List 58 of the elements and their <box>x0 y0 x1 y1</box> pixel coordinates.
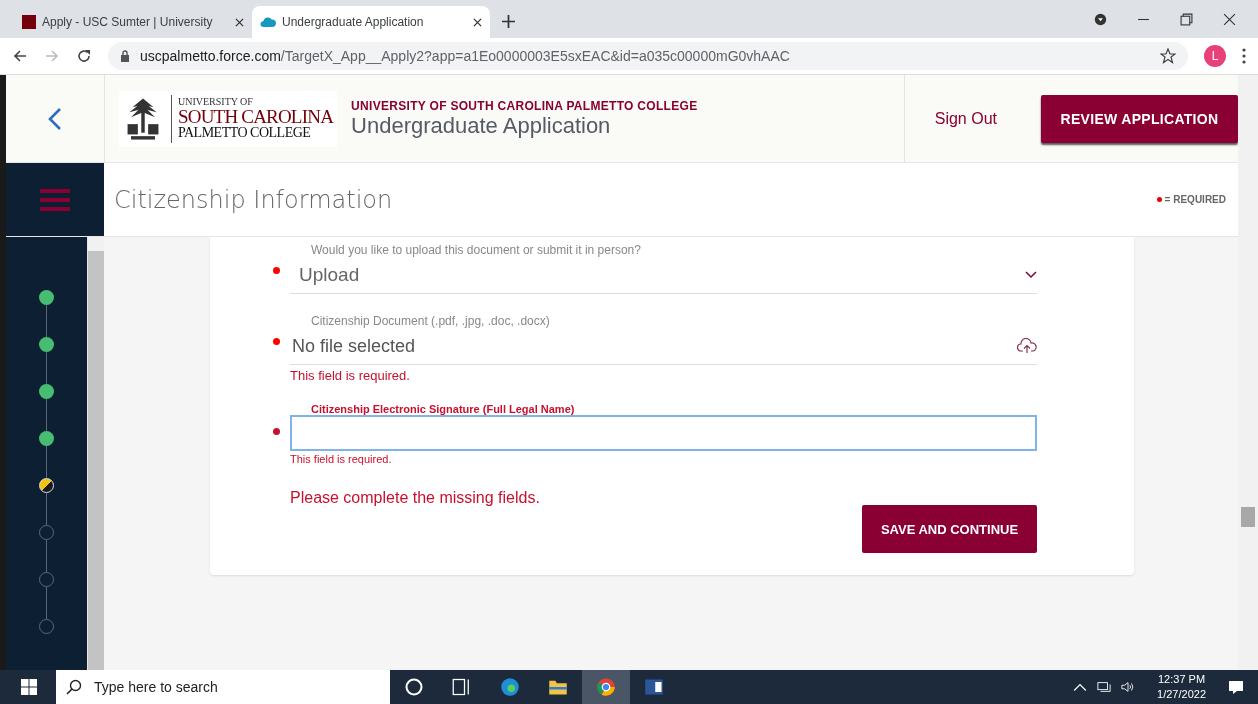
required-legend: = REQUIRED <box>1156 194 1226 205</box>
url-text: uscpalmetto.force.com/TargetX_App__Apply2?app=a1Eo0000003E5sxEAC&id=a035c00000mG0vhAAC <box>140 48 790 64</box>
restore-icon[interactable] <box>1180 12 1193 26</box>
page-scrollbar[interactable] <box>1238 75 1258 670</box>
profile-menu-icon[interactable] <box>1094 12 1107 26</box>
upload-method-dropdown[interactable]: Upload <box>290 257 1037 294</box>
application-title: Undergraduate Application <box>351 112 612 139</box>
progress-step[interactable] <box>39 337 55 352</box>
progress-step[interactable] <box>39 290 55 305</box>
error-message: This field is required. <box>290 453 393 465</box>
cloud-upload-icon <box>1017 338 1037 354</box>
back-chevron-icon[interactable] <box>48 106 62 131</box>
signature-input[interactable] <box>290 415 1037 451</box>
chevron-up-icon[interactable] <box>1073 681 1088 693</box>
star-icon[interactable] <box>1160 48 1176 64</box>
edge-browser-icon[interactable] <box>500 677 520 697</box>
lock-icon <box>120 50 130 62</box>
close-icon[interactable] <box>235 17 244 27</box>
profile-avatar[interactable]: L <box>1204 45 1226 67</box>
field-label: Citizenship Electronic Signature (Full Legal Name) <box>310 403 576 415</box>
word-document-icon[interactable] <box>644 677 664 697</box>
cortana-circle-icon[interactable] <box>404 677 424 697</box>
network-icon[interactable] <box>1097 681 1112 693</box>
sidebar-scrollbar[interactable] <box>87 237 104 670</box>
error-message: This field is required. <box>290 368 411 383</box>
address-bar[interactable]: uscpalmetto.force.com/TargetX_App__Apply2?app=a1Eo0000003E5sxEAC&id=a035c00000mG0vhAAC <box>108 42 1188 70</box>
speaker-icon[interactable] <box>1121 681 1136 693</box>
taskbar-search-box[interactable]: Type here to search <box>56 670 390 704</box>
browser-tab[interactable]: Undergraduate Application <box>252 6 490 38</box>
progress-step[interactable] <box>39 431 55 446</box>
search-icon <box>66 679 82 695</box>
browser-tab[interactable]: Apply - USC Sumter | University <box>14 6 252 38</box>
university-logo-icon <box>22 15 36 29</box>
task-view-icon[interactable] <box>452 677 472 697</box>
form-error-message: Please complete the missing fields. <box>290 489 541 507</box>
new-tab-icon[interactable] <box>502 15 515 28</box>
notifications-icon[interactable] <box>1228 679 1244 695</box>
close-icon[interactable] <box>473 17 482 27</box>
windows-start-icon[interactable] <box>21 679 37 695</box>
cloud-icon <box>260 16 276 28</box>
sign-out-link[interactable]: Sign Out <box>934 109 997 128</box>
chrome-browser-icon[interactable] <box>596 677 616 697</box>
clock-time[interactable]: 12:37 PM <box>1158 672 1206 687</box>
college-name: UNIVERSITY OF SOUTH CAROLINA PALMETTO COLLEGE <box>351 98 698 113</box>
field-label: Citizenship Document (.pdf, .jpg, .doc, .docx) <box>310 314 551 328</box>
progress-step[interactable] <box>39 384 55 399</box>
save-and-continue-button[interactable]: SAVE AND CONTINUE <box>862 505 1037 553</box>
file-upload-field[interactable]: No file selected <box>290 328 1037 365</box>
reload-icon[interactable] <box>76 48 92 64</box>
menu-icon[interactable] <box>1242 48 1246 64</box>
section-title: Citizenship Information <box>114 185 393 214</box>
review-application-button[interactable]: REVIEW APPLICATION <box>1041 94 1238 143</box>
university-logo: UNIVERSITY OF SOUTH CAROLINA PALMETTO COLLEGE <box>119 90 338 147</box>
close-icon[interactable] <box>1223 12 1236 26</box>
back-arrow-icon[interactable] <box>12 48 28 64</box>
field-label: Would you like to upload this document or submit it in person? <box>310 243 642 257</box>
chevron-down-icon <box>1025 271 1037 279</box>
clock-date[interactable]: 1/27/2022 <box>1157 687 1206 702</box>
